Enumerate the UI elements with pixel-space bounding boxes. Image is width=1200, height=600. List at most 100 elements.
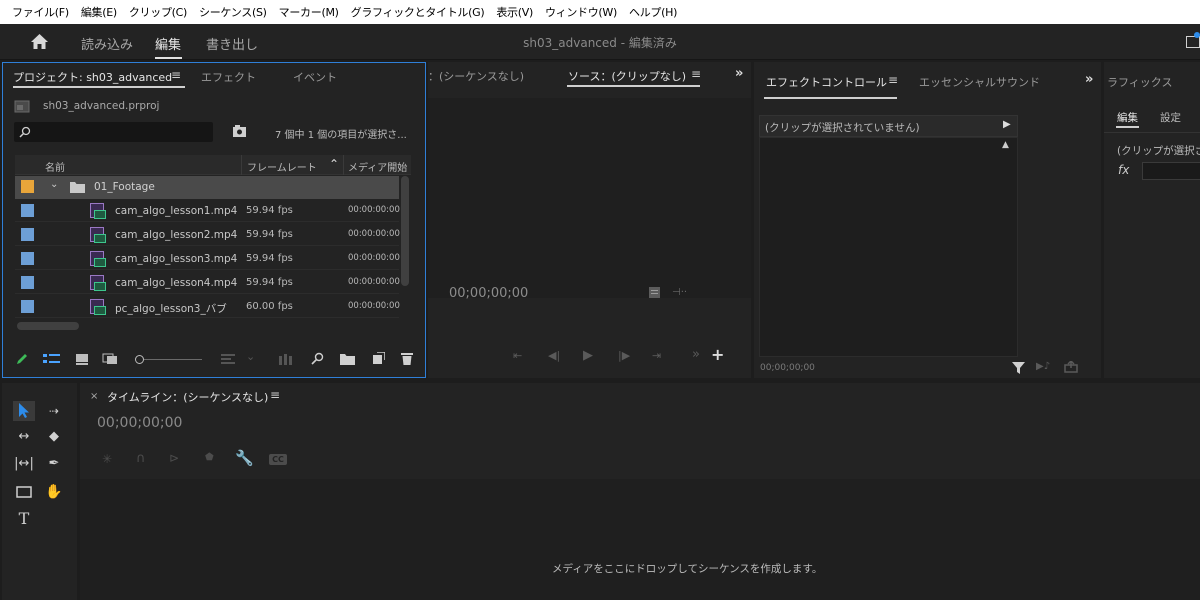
audio-only-icon[interactable]: ▶♪	[1036, 361, 1050, 372]
export-icon[interactable]	[1064, 361, 1078, 373]
captions-icon[interactable]: CC	[269, 454, 287, 465]
menu-clip[interactable]: クリップ(C)	[123, 4, 193, 20]
automate-to-sequence-icon[interactable]	[279, 354, 295, 365]
step-back-icon[interactable]: ◀|	[548, 349, 560, 362]
list-item[interactable]: cam_algo_lesson2.mp4 59.94 fps 00:00:00:…	[15, 223, 400, 246]
effect-timecode[interactable]: 00;00;00;00	[760, 363, 815, 373]
find-bin-icon[interactable]	[232, 125, 247, 138]
settings-icon[interactable]	[648, 286, 661, 299]
list-item[interactable]: cam_algo_lesson4.mp4 59.94 fps 00:00:00:…	[15, 271, 400, 294]
label-color-swatch[interactable]	[21, 180, 34, 193]
menu-help[interactable]: ヘルプ(H)	[623, 4, 683, 20]
new-item-icon[interactable]	[372, 352, 385, 365]
tab-graphics[interactable]: ラフィックス	[1107, 74, 1172, 90]
ripple-edit-tool-icon[interactable]: ↔	[13, 427, 35, 447]
go-to-in-icon[interactable]: ⇤	[513, 349, 522, 362]
drag-audio-icon[interactable]: ⊣··	[672, 287, 687, 298]
play-icon[interactable]: ▶	[583, 348, 593, 363]
tab-timeline[interactable]: タイムライン：(シーケンスなし)	[107, 389, 268, 405]
panel-menu-icon[interactable]: ≡	[171, 68, 181, 82]
menu-file[interactable]: ファイル(F)	[6, 4, 75, 20]
menu-view[interactable]: 表示(V)	[490, 4, 539, 20]
snap-icon[interactable]: ∩	[136, 451, 146, 466]
search-input[interactable]	[14, 122, 213, 142]
list-view-icon[interactable]	[43, 353, 61, 365]
folder-icon	[70, 182, 85, 193]
razor-tool-icon[interactable]: ◆	[43, 427, 65, 447]
timeline-drop-area[interactable]	[80, 479, 1200, 600]
expand-arrow-icon[interactable]: ▶	[1003, 119, 1011, 130]
clip-media-start: 00:00:00:00	[348, 277, 400, 287]
column-name[interactable]: 名前	[45, 159, 65, 174]
menu-sequence[interactable]: シーケンス(S)	[193, 4, 273, 20]
rectangle-tool-icon[interactable]	[13, 482, 35, 502]
scroll-up-icon[interactable]: ▲	[1002, 140, 1009, 150]
trash-icon[interactable]	[401, 352, 413, 365]
pencil-icon[interactable]	[15, 352, 29, 366]
horizontal-scrollbar[interactable]	[17, 322, 79, 330]
expand-panels-icon[interactable]: »	[1085, 72, 1093, 87]
panel-menu-icon[interactable]: ≡	[270, 388, 280, 402]
icon-view-icon[interactable]	[75, 353, 89, 365]
column-media-start[interactable]: メディア開始	[348, 159, 407, 174]
column-framerate[interactable]: フレームレート	[247, 159, 317, 174]
selection-tool-icon[interactable]	[13, 401, 35, 421]
label-color-swatch[interactable]	[21, 204, 34, 217]
label-color-swatch[interactable]	[21, 300, 34, 313]
go-to-out-icon[interactable]: ⇥	[652, 349, 661, 362]
tab-effects[interactable]: エフェクト	[201, 69, 256, 85]
timeline-timecode[interactable]: 00;00;00;00	[97, 415, 182, 431]
close-tab-icon[interactable]: ×	[90, 391, 98, 402]
tab-source[interactable]: ソース：(クリップなし)	[568, 68, 686, 84]
tab-effect-controls[interactable]: エフェクトコントロール	[766, 74, 887, 90]
chevron-down-icon[interactable]: ⌄	[246, 350, 255, 363]
tab-project[interactable]: プロジェクト: sh03_advanced	[13, 69, 172, 85]
clip-media-start: 00:00:00:00	[348, 253, 400, 263]
linked-selection-icon[interactable]: ⊳	[169, 451, 179, 465]
panel-menu-icon[interactable]: ≡	[888, 73, 898, 87]
sort-ascending-icon[interactable]: ⌃	[329, 157, 339, 171]
menu-marker[interactable]: マーカー(M)	[273, 4, 345, 20]
label-color-swatch[interactable]	[21, 276, 34, 289]
menu-window[interactable]: ウィンドウ(W)	[539, 4, 623, 20]
filter-icon[interactable]	[1012, 361, 1026, 375]
vertical-scrollbar[interactable]	[401, 176, 409, 286]
zoom-slider[interactable]	[144, 359, 202, 360]
expression-field[interactable]	[1142, 162, 1200, 180]
tab-edit[interactable]: 編集	[1117, 110, 1138, 125]
slip-tool-icon[interactable]: |↔|	[13, 454, 35, 474]
video-clip-icon	[90, 251, 106, 267]
track-select-tool-icon[interactable]: ⇢	[43, 401, 65, 421]
list-item[interactable]: pc_algo_lesson3_バブ 60.00 fps 00:00:00:00	[15, 295, 400, 318]
add-button-icon[interactable]: +	[711, 345, 724, 364]
list-item[interactable]: cam_algo_lesson3.mp4 59.94 fps 00:00:00:…	[15, 247, 400, 270]
type-tool-icon[interactable]: T	[13, 509, 35, 529]
more-controls-icon[interactable]: »	[692, 347, 700, 362]
hand-tool-icon[interactable]: ✋	[43, 482, 65, 502]
find-icon[interactable]	[311, 352, 324, 365]
chevron-down-icon[interactable]: ⌄	[50, 179, 58, 190]
pen-tool-icon[interactable]: ✒	[43, 454, 65, 474]
nest-icon[interactable]: ✳	[102, 452, 112, 466]
menu-graphics[interactable]: グラフィックとタイトル(G)	[345, 4, 491, 20]
clip-name: cam_algo_lesson3.mp4	[115, 253, 238, 265]
tab-essential-sound[interactable]: エッセンシャルサウンド	[919, 74, 1040, 90]
folder-row[interactable]: ⌄ 01_Footage	[15, 176, 399, 199]
tab-events[interactable]: イベント	[293, 69, 337, 85]
zoom-slider-handle[interactable]	[135, 355, 144, 364]
add-marker-icon[interactable]: ⬟	[205, 452, 214, 463]
panel-menu-icon[interactable]: ≡	[691, 67, 701, 81]
step-forward-icon[interactable]: |▶	[618, 349, 630, 362]
tab-program[interactable]: ：(シーケンスなし)	[428, 68, 524, 84]
tab-settings[interactable]: 設定	[1160, 110, 1181, 125]
label-color-swatch[interactable]	[21, 228, 34, 241]
expand-panels-icon[interactable]: »	[735, 66, 743, 81]
wrench-icon[interactable]: 🔧	[235, 449, 254, 467]
new-bin-icon[interactable]	[340, 353, 355, 365]
freeform-view-icon[interactable]	[102, 353, 122, 365]
list-item[interactable]: cam_algo_lesson1.mp4 59.94 fps 00:00:00:…	[15, 199, 400, 222]
label-color-swatch[interactable]	[21, 252, 34, 265]
source-timecode[interactable]: 00;00;00;00	[449, 286, 528, 301]
menu-edit[interactable]: 編集(E)	[75, 4, 123, 20]
sort-icon[interactable]	[221, 354, 235, 365]
